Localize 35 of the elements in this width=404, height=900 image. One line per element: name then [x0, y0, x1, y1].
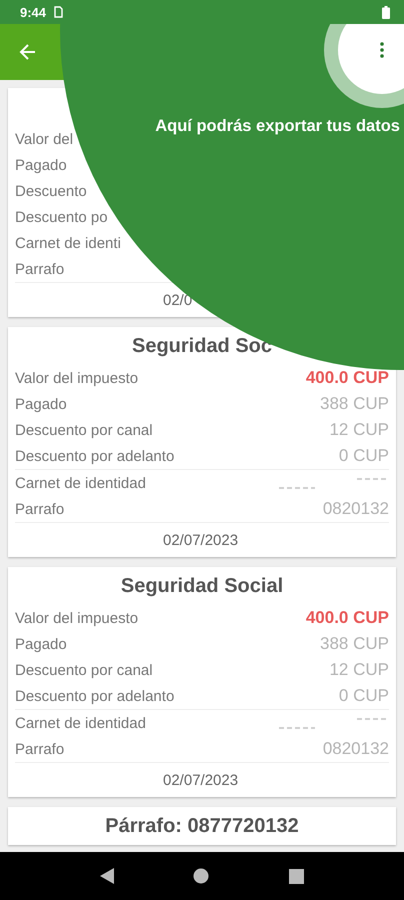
field-label: Descuento po: [15, 208, 108, 226]
field-value: 0 CUP: [338, 446, 389, 466]
field-value: 0820132: [322, 499, 389, 519]
field-label: Pagado: [15, 156, 67, 174]
field-label: Carnet de identidad: [15, 714, 146, 732]
card-title: Seguridad Soc: [132, 334, 272, 358]
field-label: Valor del impuesto: [15, 610, 138, 626]
field-value: 12 CUP: [329, 660, 389, 680]
field-label: Valor del impuesto: [15, 370, 138, 386]
tooltip-text: Aquí podrás exportar tus datos: [155, 117, 400, 136]
field-value: 0 CUP: [338, 686, 389, 706]
field-label: Carnet de identidad: [15, 474, 146, 492]
field-label: Descuento por adelanto: [15, 448, 174, 464]
field-value: 0820132: [322, 739, 389, 759]
field-label: Parrafo: [15, 500, 64, 518]
field-value: 12 CUP: [329, 420, 389, 440]
card-title: Párrafo: 0877720132: [105, 814, 299, 838]
field-label: Pagado: [15, 396, 67, 412]
field-label: Descuento por adelanto: [15, 688, 174, 704]
field-label: Parrafo: [15, 740, 64, 758]
field-label: Descuento por canal: [15, 662, 153, 678]
field-label: Carnet de identi: [15, 234, 121, 252]
field-label: Valor del: [15, 130, 74, 148]
field-label: Parrafo: [15, 260, 64, 278]
card-title: Seguridad Social: [120, 574, 284, 598]
card-date: 02/07/2023: [163, 532, 240, 548]
card-date: 02/07/2023: [163, 772, 240, 788]
field-value: 400.0 CUP: [306, 608, 389, 628]
status-time: 9:44: [20, 4, 46, 20]
field-value: 400.0 CUP: [306, 368, 389, 388]
field-label: Descuento por canal: [15, 422, 153, 438]
field-label: Pagado: [15, 636, 67, 652]
field-value: 388 CUP: [320, 394, 389, 414]
field-label: Descuento: [15, 182, 87, 200]
field-value: 388 CUP: [320, 634, 389, 654]
